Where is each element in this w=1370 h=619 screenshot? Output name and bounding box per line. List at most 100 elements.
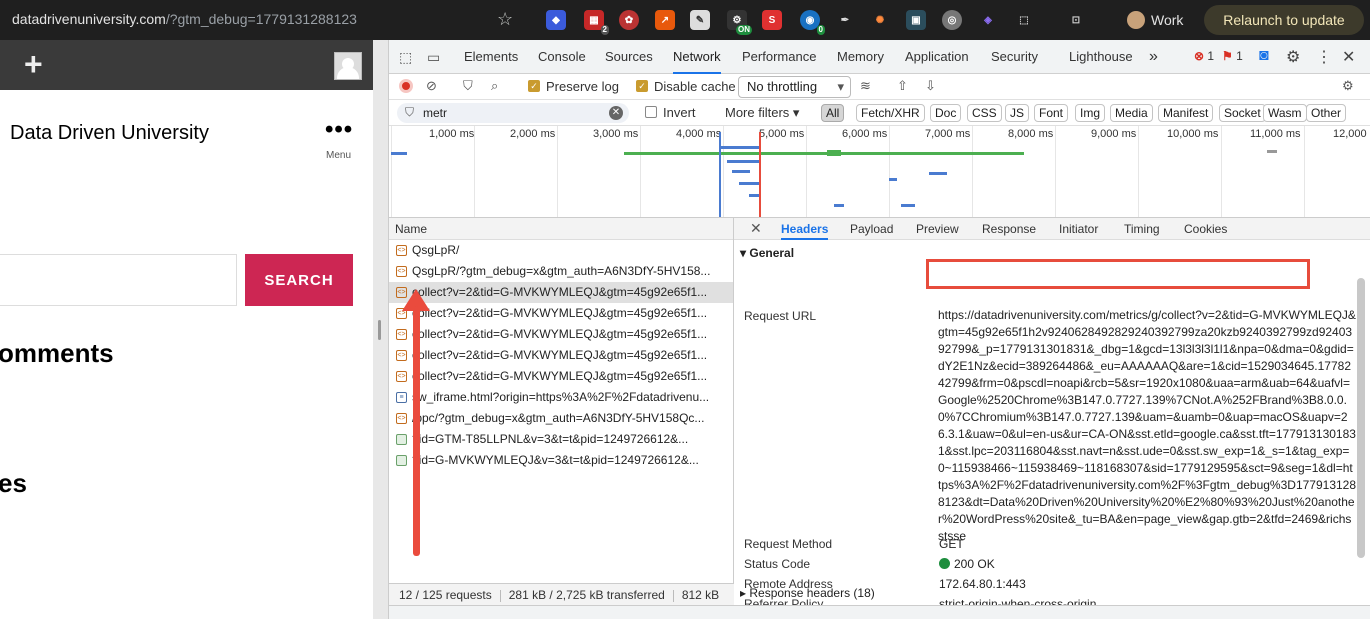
details-scrollbar[interactable] (1357, 278, 1365, 558)
search-button[interactable]: SEARCH (245, 254, 353, 306)
tab-application[interactable]: Application (905, 40, 969, 74)
chip-manifest[interactable]: Manifest (1158, 104, 1214, 122)
extension-icon-13[interactable]: ◈ (978, 10, 998, 30)
table-row[interactable]: <> /ppc/?gtm_debug=x&gtm_auth=A6N3DfY-5HV… (389, 408, 733, 429)
response-headers-toggle[interactable]: ▸ Response headers (18) (740, 586, 875, 600)
tab-elements[interactable]: Elements (464, 40, 518, 74)
invert-checkbox[interactable] (645, 106, 657, 118)
inspect-element-icon[interactable]: ⬚ (399, 49, 412, 66)
extension-icon-3[interactable]: ✿ (619, 10, 639, 30)
tab-console[interactable]: Console (538, 40, 586, 74)
extension-icon-2[interactable]: ▦ 2 (584, 10, 609, 35)
menu-label[interactable]: Menu (326, 150, 351, 161)
throttling-select[interactable]: No throttling (738, 76, 851, 98)
tab-headers[interactable]: Headers (781, 218, 829, 240)
panel-splitter[interactable] (373, 40, 388, 619)
site-title[interactable]: Data Driven University (10, 122, 209, 145)
extension-icon-7[interactable]: S (762, 10, 782, 30)
tab-payload[interactable]: Payload (850, 218, 893, 240)
network-conditions-icon[interactable]: ≋ (860, 78, 871, 94)
chip-css[interactable]: CSS (967, 104, 1002, 122)
add-new-icon[interactable]: + (24, 48, 43, 80)
preserve-log-checkbox[interactable]: ✓ (528, 80, 540, 92)
eyedropper-icon[interactable]: ✒ (835, 10, 855, 30)
table-row[interactable]: <> collect?v=2&tid=G-MVKWYMLEQJ&gtm=45g92… (389, 324, 733, 345)
table-row[interactable]: <> QsgLpR/ (389, 240, 733, 261)
table-row[interactable]: <> collect?v=2&tid=G-MVKWYMLEQJ&gtm=45g92… (389, 303, 733, 324)
tab-sources[interactable]: Sources (605, 40, 653, 74)
tab-search-icon[interactable]: ⊡ (1066, 10, 1086, 30)
disable-cache-checkbox[interactable]: ✓ (636, 80, 648, 92)
tab-preview[interactable]: Preview (916, 218, 959, 240)
table-row[interactable]: ≡ sw_iframe.html?origin=https%3A%2F%2Fdat… (389, 387, 733, 408)
bookmark-star-icon[interactable]: ☆ (497, 9, 513, 30)
tab-initiator[interactable]: Initiator (1059, 218, 1098, 240)
tab-cookies[interactable]: Cookies (1184, 218, 1227, 240)
extension-icon-10[interactable]: ✺ (870, 10, 890, 30)
record-stop-button[interactable] (399, 79, 413, 93)
extension-icon-1[interactable]: ◆ (546, 10, 566, 30)
more-tabs-button[interactable]: » (1149, 40, 1158, 74)
xhr-icon: <> (396, 245, 407, 256)
search-input[interactable] (0, 254, 237, 306)
table-row[interactable]: <> collect?v=2&tid=G-MVKWYMLEQJ&gtm=45g92… (389, 366, 733, 387)
tab-security[interactable]: Security (991, 40, 1038, 74)
table-row[interactable]: <> collect?v=2&tid=G-MVKWYMLEQJ&gtm=45g92… (389, 345, 733, 366)
filter-icon[interactable]: ⛉ (463, 78, 473, 94)
clear-icon[interactable]: ⊘ (426, 78, 437, 94)
splitter-grip-icon (378, 320, 381, 340)
extension-icon-4[interactable]: ↗ (655, 10, 675, 30)
chip-wasm[interactable]: Wasm (1263, 104, 1307, 122)
chip-js[interactable]: JS (1005, 104, 1030, 122)
chip-font[interactable]: Font (1034, 104, 1069, 122)
extension-icon-6[interactable]: ⚙ ON (727, 10, 752, 35)
extension-icon-12[interactable]: ◎ (942, 10, 962, 30)
tab-lighthouse[interactable]: Lighthouse (1069, 40, 1133, 74)
chip-other[interactable]: Other (1306, 104, 1347, 122)
network-timeline[interactable]: 1,000 ms 2,000 ms 3,000 ms 4,000 ms 5,00… (389, 126, 1370, 218)
more-filters-dropdown[interactable]: More filters ▾ (725, 105, 799, 121)
error-count[interactable]: ⊗ 1 (1194, 49, 1214, 63)
avatar[interactable] (334, 52, 362, 80)
network-settings-icon[interactable]: ⚙ (1342, 78, 1354, 94)
tab-performance[interactable]: Performance (742, 40, 816, 74)
address-bar[interactable]: datadrivenuniversity.com/?gtm_debug=1779… (12, 11, 357, 27)
chip-doc[interactable]: Doc (930, 104, 962, 122)
console-drawer[interactable] (389, 605, 1370, 619)
tab-timing[interactable]: Timing (1124, 218, 1160, 240)
chip-media[interactable]: Media (1110, 104, 1153, 122)
close-details-icon[interactable]: ✕ (750, 220, 762, 237)
tab-network[interactable]: Network (673, 40, 721, 74)
device-toolbar-icon[interactable]: ▭ (427, 49, 440, 66)
search-icon[interactable]: ⌕ (491, 78, 498, 94)
tab-memory[interactable]: Memory (837, 40, 884, 74)
extension-icon-8[interactable]: ◉ 0 (800, 10, 825, 35)
name-column-header[interactable]: Name (389, 218, 733, 240)
issue-count[interactable]: ⚑ 1 (1222, 49, 1243, 63)
chip-fetch-xhr[interactable]: Fetch/XHR (856, 104, 925, 122)
table-row[interactable]: <> QsgLpR/?gtm_debug=x&gtm_auth=A6N3DfY-5… (389, 261, 733, 282)
menu-dots-icon[interactable]: ••• (325, 116, 353, 144)
clear-filter-icon[interactable]: ✕ (609, 106, 623, 120)
table-row-selected[interactable]: <> collect?v=2&tid=G-MVKWYMLEQJ&gtm=45g92… (389, 282, 733, 303)
extension-icon-5[interactable]: ✎ (690, 10, 710, 30)
profile-button[interactable]: Work (1121, 6, 1197, 34)
settings-gear-icon[interactable]: ⚙ (1286, 47, 1300, 67)
ai-assistant-icon[interactable]: ◙ (1259, 47, 1269, 65)
tab-response[interactable]: Response (982, 218, 1036, 240)
general-section-toggle[interactable]: ▾ General (740, 246, 794, 260)
close-devtools-icon[interactable]: ✕ (1342, 47, 1355, 67)
table-row[interactable]: ?id=G-MVKWYMLEQJ&v=3&t=t&pid=1249726612&… (389, 450, 733, 471)
import-har-icon[interactable]: ⇧ (897, 78, 908, 94)
relaunch-button[interactable]: Relaunch to update (1204, 5, 1364, 35)
puzzle-icon[interactable]: ⬚ (1014, 10, 1034, 30)
chip-img[interactable]: Img (1075, 104, 1106, 122)
request-count: 12 / 125 requests (399, 588, 492, 602)
chip-all[interactable]: All (821, 104, 845, 122)
extension-icon-11[interactable]: ▣ (906, 10, 926, 30)
table-row[interactable]: ?id=GTM-T85LLPNL&v=3&t=t&pid=1249726612&… (389, 429, 733, 450)
chip-socket[interactable]: Socket (1219, 104, 1266, 122)
kebab-menu-icon[interactable]: ⋮ (1316, 47, 1332, 67)
filter-input[interactable]: ⛉ metr ✕ (397, 103, 629, 123)
export-har-icon[interactable]: ⇩ (925, 78, 936, 94)
